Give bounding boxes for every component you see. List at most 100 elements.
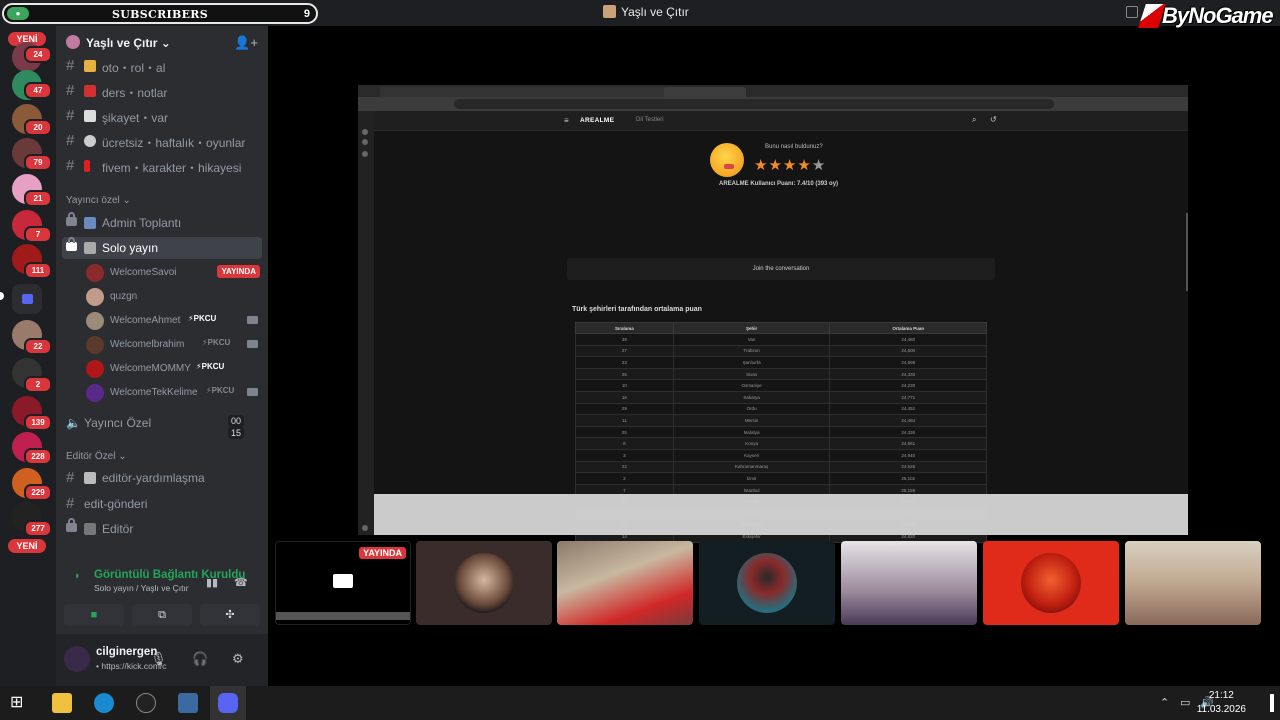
category-streamer[interactable]: Yayıncı özel ⌄ [66, 195, 131, 206]
column-header[interactable]: Ortalama Puan [829, 322, 987, 334]
channel-admin-toplanti[interactable]: Admin Toplantı [62, 212, 262, 234]
star-icon[interactable]: ★ [797, 157, 811, 174]
headphones-icon[interactable]: 🎧 [192, 651, 208, 667]
guild-icon [66, 35, 80, 49]
gear-icon[interactable]: ⚙ [232, 651, 244, 667]
channel-editor-yardimlasma[interactable]: # editör-yardımlaşma [62, 467, 262, 489]
activities-button[interactable]: ✣ [200, 604, 260, 626]
table-cell: Osmaniye [672, 379, 831, 392]
unread-badge: 22 [24, 338, 52, 355]
invite-people-icon[interactable]: 👤+ [234, 35, 258, 51]
address-bar[interactable] [358, 97, 1188, 111]
sidebar-icon[interactable] [362, 151, 368, 157]
voice-user[interactable]: WelcomeSavoi YAYINDA [84, 261, 264, 283]
text-channel-icon: # [66, 107, 75, 124]
username[interactable]: cilginergen [96, 646, 157, 658]
history-icon[interactable]: ↺ [990, 115, 997, 124]
scrollbar[interactable] [1186, 213, 1188, 291]
browser-tab-active[interactable] [664, 87, 746, 97]
screenshare-stream[interactable]: ≡ AREALME Dil Testleri ⌕ ↺ Bunu nasıl bu… [358, 85, 1188, 543]
table-cell: Van [672, 333, 831, 346]
settings-icon[interactable] [362, 525, 368, 531]
voice-location[interactable]: Solo yayın / Yaşlı ve Çıtır [94, 583, 189, 593]
site-page: Bunu nasıl buldunuz? ★★★★★ AREALME Kulla… [374, 131, 1188, 543]
show-desktop-button[interactable] [1270, 694, 1274, 712]
table-cell: 24,480 [829, 333, 987, 346]
site-section[interactable]: Dil Testleri [636, 117, 664, 123]
star-icon[interactable]: ★ [783, 157, 797, 174]
voice-user[interactable]: WelcomeAhmet ⚡PKCU [84, 309, 264, 331]
tile-participant[interactable] [557, 541, 693, 625]
camera-icon: ■ [90, 609, 98, 621]
voice-user-name: Welcomelbrahim [110, 339, 185, 350]
star-icon[interactable]: ★ [812, 157, 826, 174]
table-cell: Şanlıurfa [672, 356, 831, 369]
table-cell: 24,452 [829, 402, 987, 416]
voice-user-name: WelcomeMOMMY [110, 363, 191, 374]
tile-participant[interactable] [841, 541, 977, 625]
table-cell: 23 [575, 356, 674, 369]
voice-user[interactable]: quzgn [84, 285, 264, 307]
column-header[interactable]: Sıralama [575, 322, 674, 334]
tile-participant[interactable] [699, 541, 835, 625]
voice-user[interactable]: WelcomeTekKelime ⚡PKCU [84, 381, 264, 403]
browser-tab[interactable] [522, 87, 604, 97]
speaker-icon: 🔈 [66, 416, 81, 430]
tile-participant[interactable] [983, 541, 1119, 625]
column-header[interactable]: Şehir [672, 322, 831, 334]
avatar[interactable] [64, 646, 90, 672]
exclamation-icon [84, 160, 90, 172]
file-explorer-icon[interactable] [52, 693, 72, 713]
noise-suppression-icon[interactable]: ▮▮ [206, 576, 220, 589]
network-icon[interactable]: ▭ [1180, 696, 1190, 709]
voice-user[interactable]: WelcomeMOMMY ⚡PKCU [84, 357, 264, 379]
url-field[interactable] [454, 99, 1054, 109]
search-icon[interactable]: ⌕ [972, 115, 976, 125]
subscribers-label: SUBSCRIBERS [112, 8, 208, 21]
category-editor[interactable]: Editör Özel ⌄ [66, 451, 127, 462]
guild-header[interactable]: Yaşlı ve Çıtır ⌄ 👤+ [56, 26, 268, 58]
table-cell: Trabzon [672, 344, 831, 358]
channel-sikayet-var[interactable]: # şikayet・var [62, 105, 262, 127]
disconnect-icon[interactable]: ☎ [234, 576, 248, 589]
browser-tab[interactable] [446, 87, 528, 97]
channel-label: edit-gönderi [84, 497, 148, 511]
channel-yayinci-ozel-voice[interactable]: 🔈 Yayıncı Özel 0015 [62, 412, 262, 439]
screenshare-button[interactable]: ⧉ [132, 604, 192, 626]
sidebar-icon[interactable] [362, 129, 368, 135]
rating-stars[interactable]: ★★★★★ [754, 156, 826, 174]
sidebar-icon[interactable] [362, 139, 368, 145]
table-cell: Ordu [672, 402, 831, 416]
thinking-emoji-icon [710, 143, 744, 177]
tile-participant[interactable] [1125, 541, 1261, 625]
folder-icon[interactable] [12, 284, 42, 314]
channel-oto-rol-al[interactable]: # oto・rol・al [62, 55, 262, 77]
table-cell: 22 [575, 460, 674, 474]
edge-icon[interactable] [94, 693, 114, 713]
voice-actions: ■ ⧉ ✣ [64, 604, 260, 628]
table-row: 27 Trabzon 24,500 [575, 344, 987, 358]
chevron-up-icon[interactable]: ⌃ [1160, 696, 1169, 709]
channel-ders-notlar[interactable]: # ders・notlar [62, 80, 262, 102]
star-icon[interactable]: ★ [754, 157, 768, 174]
channel-edit-gonderi[interactable]: # edit-gönderi [62, 493, 262, 515]
tile-participant[interactable] [416, 541, 552, 625]
join-conversation-button[interactable]: Join the conversation [567, 258, 995, 280]
tile-screenshare[interactable]: YAYINDA [275, 541, 411, 625]
obs-icon[interactable] [136, 693, 156, 713]
app-icon[interactable] [178, 693, 198, 713]
menu-icon[interactable]: ≡ [564, 116, 569, 125]
camera-button[interactable]: ■ [64, 604, 124, 626]
site-logo[interactable]: AREALME [580, 117, 614, 124]
channel-solo-yayin[interactable]: Solo yayın [62, 237, 262, 259]
microphone-icon[interactable]: 🎙 [150, 651, 167, 667]
system-clock[interactable]: 21:12 11.03.2026 [1197, 689, 1246, 717]
discord-icon[interactable] [218, 693, 238, 713]
channel-editor[interactable]: Editör [62, 518, 262, 540]
channel-ucretsiz-oyunlar[interactable]: # ücretsiz・haftalık・oyunlar [62, 130, 262, 152]
channel-fivem[interactable]: # fivem・karakter・hikayesi [62, 155, 262, 177]
star-icon[interactable]: ★ [768, 157, 782, 174]
windows-start-icon[interactable]: ⊞ [10, 693, 30, 713]
voice-user[interactable]: Welcomelbrahim ⚡PKCU [84, 333, 264, 355]
tag-badge: ⚡PKCU [188, 314, 217, 323]
